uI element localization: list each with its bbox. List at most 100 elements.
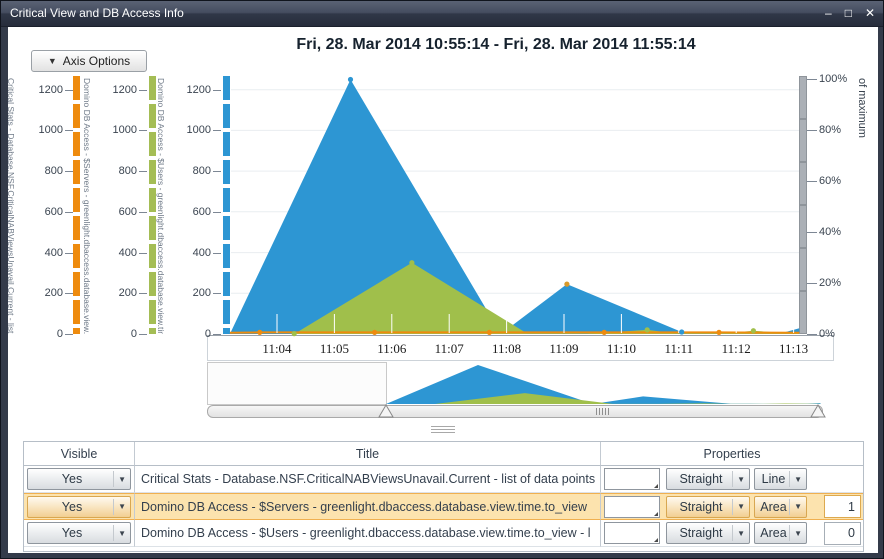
navigator-unselected-region: [207, 362, 387, 405]
chart-title: Fri, 28. Mar 2014 10:55:14 - Fri, 28. Ma…: [161, 36, 831, 54]
visible-dropdown[interactable]: Yes ▼: [27, 468, 131, 490]
swatch-corner-icon: [654, 538, 658, 542]
interpolation-dropdown[interactable]: Straight ▼: [666, 522, 750, 544]
series-table: Visible Title Properties Yes ▼ Critical …: [23, 441, 864, 552]
axis-tick-label: 1000: [177, 124, 211, 136]
axis-tick-label: 600: [29, 206, 63, 218]
axis-tick-label: [65, 90, 73, 91]
order-input[interactable]: [824, 495, 861, 518]
style-value: Area: [760, 526, 786, 540]
axis-tick-label: [139, 171, 147, 172]
axis-tick-label: 200: [29, 287, 63, 299]
interpolation-value: Straight: [679, 500, 722, 514]
percent-axis-bar: [799, 76, 807, 334]
axis-tick-label: [139, 130, 147, 131]
interpolation-dropdown[interactable]: Straight ▼: [666, 468, 750, 490]
axis-tick-label: [139, 293, 147, 294]
axis-tick-label: 40%: [819, 226, 863, 238]
axis-tick-label: [139, 253, 147, 254]
axis-title-users: Domino DB Access - $Users - greenlight.d…: [156, 78, 166, 334]
visible-value: Yes: [62, 472, 82, 486]
navigator-scrollbar[interactable]: [207, 405, 823, 418]
chevron-down-icon: ▼: [789, 499, 802, 515]
axis-tick-label: 0: [177, 328, 211, 340]
axis-tick-label: [65, 171, 73, 172]
axis-tick-label: [213, 130, 221, 131]
color-swatch-button[interactable]: [604, 496, 660, 518]
window-controls: – □ ✕: [825, 1, 875, 26]
chevron-down-icon: ▼: [732, 499, 745, 515]
axis-title-of-maximum: of maximum: [856, 78, 868, 334]
swatch-corner-icon: [654, 484, 658, 488]
x-axis-tick-label: 11:11: [664, 341, 693, 357]
close-button[interactable]: ✕: [865, 1, 875, 26]
navigator-left-handle[interactable]: [378, 404, 394, 418]
axis-tick-label: [65, 253, 73, 254]
color-swatch-button[interactable]: [604, 468, 660, 490]
axis-tick-label: 400: [103, 247, 137, 259]
servers-axis-bar: [149, 76, 156, 334]
axis-tick-label: [807, 181, 817, 182]
chevron-down-icon: ▼: [48, 56, 57, 66]
chevron-down-icon: ▼: [113, 471, 126, 487]
series-title: Critical Stats - Database.NSF.CriticalNA…: [135, 466, 601, 493]
interpolation-dropdown[interactable]: Straight ▼: [666, 496, 750, 518]
axis-tick-label: [213, 293, 221, 294]
axis-tick-label: [139, 334, 147, 335]
swatch-corner-icon: [654, 512, 658, 516]
style-dropdown[interactable]: Line ▼: [754, 468, 807, 490]
x-axis-tick-label: 11:10: [607, 341, 636, 357]
axis-tick-label: 0%: [819, 328, 863, 340]
color-swatch-button[interactable]: [604, 522, 660, 544]
axis-tick-label: 800: [103, 165, 137, 177]
maximize-button[interactable]: □: [845, 1, 852, 26]
axis-tick-label: [213, 171, 221, 172]
chevron-down-icon: ▼: [732, 471, 745, 487]
visible-value: Yes: [62, 500, 82, 514]
axis-tick-label: 200: [177, 287, 211, 299]
table-row: Yes ▼: [24, 520, 135, 547]
axis-tick-label: 400: [177, 247, 211, 259]
axis-tick-label: [65, 334, 73, 335]
axis-title-servers: Domino DB Access - $Servers - greenlight…: [82, 78, 92, 334]
chevron-down-icon: ▼: [113, 499, 126, 515]
axis-tick-label: 200: [103, 287, 137, 299]
chevron-down-icon: ▼: [789, 471, 802, 487]
x-axis-tick-label: 11:05: [320, 341, 349, 357]
axis-tick-label: 800: [177, 165, 211, 177]
table-footer-strip: [24, 547, 863, 551]
table-row: Yes ▼: [24, 493, 135, 520]
axis-tick-label: [139, 90, 147, 91]
axis-tick-label: [807, 283, 817, 284]
visible-dropdown[interactable]: Yes ▼: [27, 522, 131, 544]
column-header-visible: Visible: [24, 442, 135, 466]
splitter-handle[interactable]: [431, 426, 455, 434]
axis-tick-label: 0: [103, 328, 137, 340]
axis-tick-label: [807, 130, 817, 131]
style-value: Area: [760, 500, 786, 514]
axis-tick-label: 600: [103, 206, 137, 218]
column-header-title: Title: [135, 442, 601, 466]
axis-tick-label: 100%: [819, 73, 863, 85]
navigator-thumb-grip[interactable]: [596, 408, 609, 415]
style-dropdown[interactable]: Area ▼: [754, 496, 807, 518]
axis-options-button[interactable]: ▼ Axis Options: [31, 50, 147, 72]
axis-tick-label: 400: [29, 247, 63, 259]
visible-value: Yes: [62, 526, 82, 540]
axis-tick-label: 800: [29, 165, 63, 177]
axis-tick-label: [807, 334, 817, 335]
axis-tick-label: 60%: [819, 175, 863, 187]
table-row: Yes ▼: [24, 466, 135, 493]
interpolation-value: Straight: [679, 472, 722, 486]
axis-tick-label: [139, 212, 147, 213]
series-title: Domino DB Access - $Servers - greenlight…: [135, 493, 601, 520]
axis-title-critical-stats: Critical Stats - Database.NSF.CriticalNA…: [6, 78, 16, 334]
navigator-right-handle[interactable]: [810, 404, 826, 418]
order-input[interactable]: [824, 522, 861, 545]
users-axis-bar: [223, 76, 230, 334]
style-dropdown[interactable]: Area ▼: [754, 522, 807, 544]
x-axis-tick-label: 11:09: [549, 341, 578, 357]
visible-dropdown[interactable]: Yes ▼: [27, 496, 131, 518]
minimize-button[interactable]: –: [825, 1, 832, 26]
axis-tick-label: 1000: [29, 124, 63, 136]
